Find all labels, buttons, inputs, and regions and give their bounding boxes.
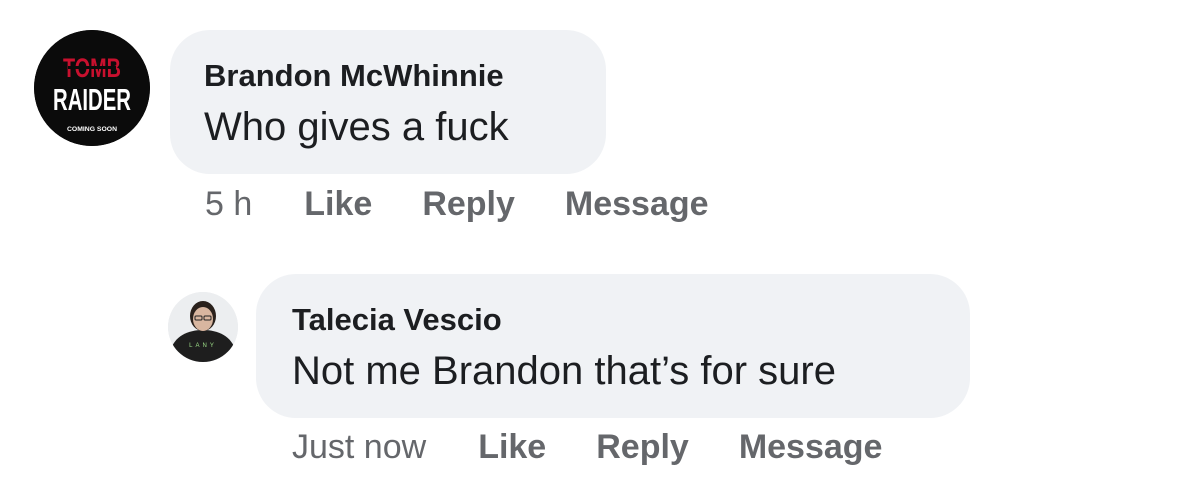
reply-actions: Just now Like Reply Message [292,428,882,467]
like-button[interactable]: Like [478,428,546,467]
tomb-raider-logo-icon: TOMB RAIDER COMING SOON [34,30,150,146]
logo-line3: COMING SOON [67,126,117,133]
reply-timestamp[interactable]: Just now [292,428,426,467]
comment-actions: 5 h Like Reply Message [205,185,709,224]
comment-bubble: Brandon McWhinnie Who gives a fuck [170,30,606,174]
reply-bubble: Talecia Vescio Not me Brandon that’s for… [256,274,970,418]
reply-button[interactable]: Reply [422,185,515,224]
person-photo-icon: LANY [168,292,238,362]
avatar-talecia[interactable]: LANY [168,292,238,362]
like-button[interactable]: Like [304,185,372,224]
reply-text: Not me Brandon that’s for sure [292,349,836,393]
message-button[interactable]: Message [739,428,883,467]
avatar-brandon[interactable]: TOMB RAIDER COMING SOON [34,30,150,146]
reply-author[interactable]: Talecia Vescio [292,300,970,340]
reply-button[interactable]: Reply [596,428,689,467]
comment-thread: TOMB RAIDER COMING SOON Brandon McWhinni… [0,0,1200,488]
comment-text: Who gives a fuck [204,105,509,149]
comment-timestamp[interactable]: 5 h [205,185,252,224]
message-button[interactable]: Message [565,185,709,224]
shirt-text: LANY [189,343,217,349]
logo-line2: RAIDER [53,82,131,117]
comment-author[interactable]: Brandon McWhinnie [204,56,606,96]
